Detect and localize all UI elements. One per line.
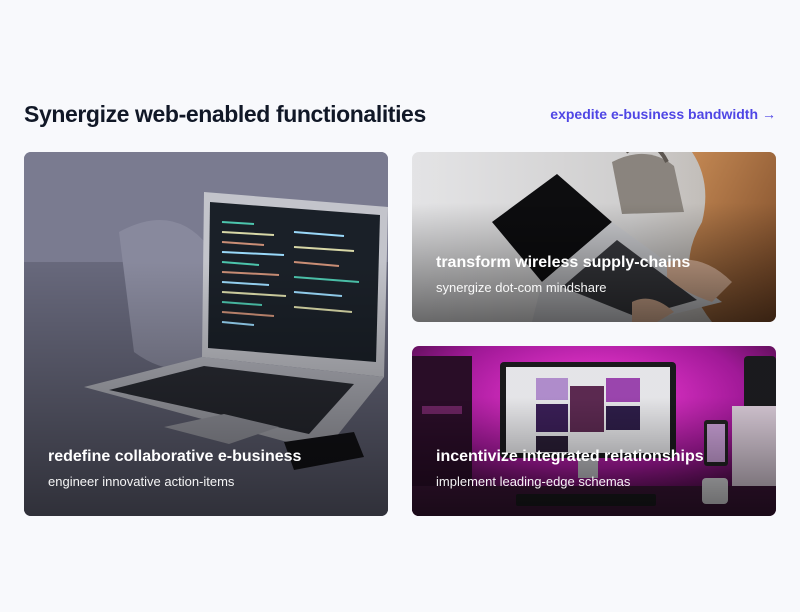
section-title: Synergize web-enabled functionalities <box>24 100 426 127</box>
card-caption: incentivize integrated relationships imp… <box>436 447 760 491</box>
expedite-link-label: expedite e-business bandwidth <box>550 106 758 122</box>
section-header: Synergize web-enabled functionalities ex… <box>24 98 776 130</box>
card-subtitle: implement leading-edge schemas <box>436 474 631 489</box>
card-title: redefine collaborative e-business <box>48 448 302 465</box>
card-subtitle: synergize dot-com mindshare <box>436 280 607 295</box>
card-subtitle: engineer innovative action-items <box>48 474 235 489</box>
feature-card-1[interactable]: redefine collaborative e-business engine… <box>24 152 388 516</box>
feature-card-2[interactable]: transform wireless supply-chains synergi… <box>412 152 776 322</box>
card-title: transform wireless supply-chains <box>436 254 691 271</box>
card-caption: transform wireless supply-chains synergi… <box>436 253 760 297</box>
arrow-right-icon: → <box>762 106 776 122</box>
feature-card-3[interactable]: incentivize integrated relationships imp… <box>412 346 776 516</box>
card-caption: redefine collaborative e-business engine… <box>48 447 372 491</box>
expedite-link[interactable]: expedite e-business bandwidth → <box>550 106 776 122</box>
card-title: incentivize integrated relationships <box>436 448 704 465</box>
